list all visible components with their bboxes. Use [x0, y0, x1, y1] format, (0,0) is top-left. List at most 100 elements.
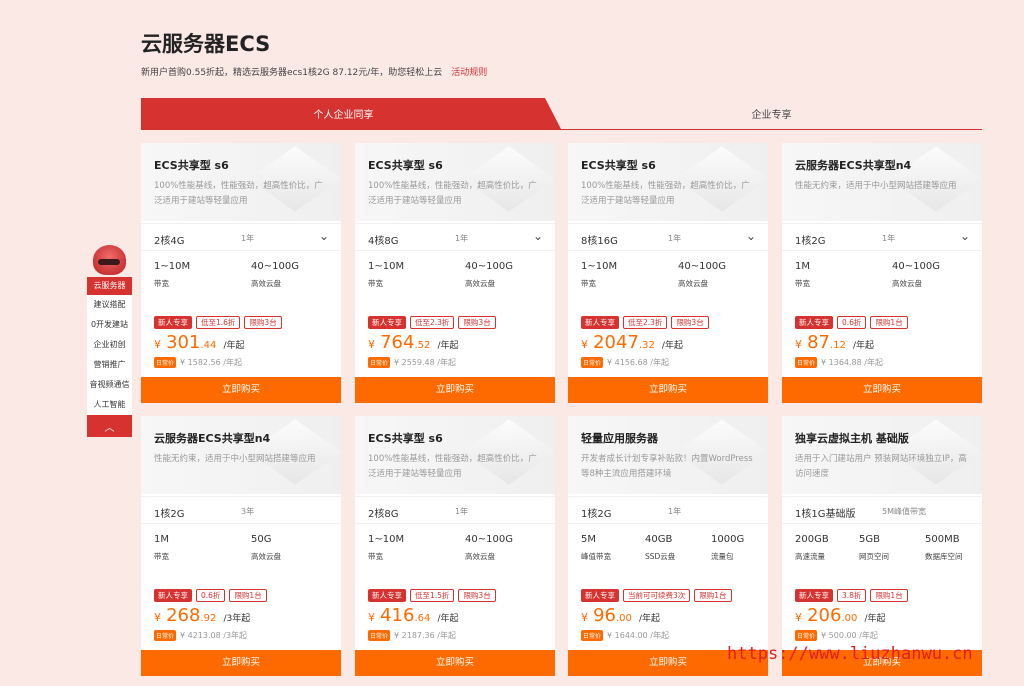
product-card: 独享云虚拟主机 基础版 适用于入门建站用户 预装网站环境独立IP，高访问速度 1…: [782, 416, 982, 676]
original-price: 日常价 ¥ 500.00 /年起: [795, 630, 878, 641]
spec-value: 40~100G: [465, 534, 513, 545]
chevron-down-icon[interactable]: ⌄: [533, 229, 543, 243]
config-select[interactable]: 1核1G基础版 5M峰值带宽: [782, 496, 982, 524]
product-name: ECS共享型 s6: [581, 159, 656, 172]
spec-value: 1~10M: [368, 534, 405, 545]
price-unit: /年起: [661, 341, 683, 351]
promo-tag: 限购1台: [870, 316, 908, 329]
spec-value: 40~100G: [465, 261, 513, 272]
config-select[interactable]: 2核8G 1年: [355, 496, 555, 524]
side-nav-item[interactable]: 建议搭配: [87, 295, 132, 315]
activity-rules-link[interactable]: 活动规则: [451, 68, 487, 78]
buy-now-button[interactable]: 立即购买: [782, 377, 982, 403]
config-value: 2核8G: [368, 509, 399, 520]
card-header: 独享云虚拟主机 基础版 适用于入门建站用户 预装网站环境独立IP，高访问速度: [782, 416, 982, 494]
spec: 40~100G 高效云盘: [251, 261, 299, 289]
side-nav-item[interactable]: 0开发建站: [87, 315, 132, 335]
page-subtitle: 新用户首购0.55折起，精选云服务器ecs1核2G 87.12元/年，助您轻松上…: [141, 65, 487, 78]
tag-list: 新人专享 低至2.3折 限购3台: [368, 316, 496, 329]
side-nav-item[interactable]: 音视频通信: [87, 375, 132, 395]
price-decimal: .92: [200, 613, 217, 624]
promo-tag: 低至2.3折: [623, 316, 668, 329]
spec-list: 1~10M 带宽 40~100G 高效云盘: [355, 534, 555, 578]
promo-tag: 限购3台: [671, 316, 709, 329]
spec: 5M 峰值带宽: [581, 534, 611, 562]
product-name: ECS共享型 s6: [368, 432, 443, 445]
promo-tag: 新人专享: [154, 316, 192, 329]
product-name: 云服务器ECS共享型n4: [154, 432, 271, 445]
original-price-badge: 日常价: [154, 357, 177, 368]
promo-tag: 3.8折: [837, 589, 867, 602]
scroll-up-button[interactable]: ︿: [87, 415, 132, 437]
price-decimal: .44: [200, 340, 217, 351]
tab-enterprise-only[interactable]: 企业专享: [561, 98, 982, 129]
spec: 40~100G 高效云盘: [678, 261, 726, 289]
original-price: 日常价 ¥ 4213.08 /3年起: [154, 630, 247, 641]
chevron-up-icon: ︿: [104, 422, 115, 434]
spec-value: 500MB: [925, 534, 960, 545]
spec-value: 1M: [154, 534, 169, 545]
config-value: 1核2G: [795, 236, 826, 247]
price-decimal: .00: [841, 613, 858, 624]
promo-tag: 低至1.6折: [196, 316, 241, 329]
side-nav-item[interactable]: 企业初创: [87, 335, 132, 355]
chevron-down-icon[interactable]: ⌄: [319, 229, 329, 243]
spec-label: 高效云盘: [678, 279, 708, 288]
spec: 500MB 数据库空间: [925, 534, 963, 562]
spec-label: 带宽: [154, 552, 169, 561]
product-desc: 开发者成长计划专享补贴款！内置WordPress等8种主流应用搭建环境: [581, 454, 753, 479]
config-select[interactable]: 2核4G 1年 ⌄: [141, 223, 341, 251]
period-value: 1年: [882, 234, 896, 243]
price-unit: /年起: [223, 341, 245, 351]
original-price: 日常价 ¥ 1364.88 /年起: [795, 357, 883, 368]
price-integer: 416: [380, 605, 415, 626]
buy-now-button[interactable]: 立即购买: [141, 650, 341, 676]
product-name: 独享云虚拟主机 基础版: [795, 432, 909, 445]
product-card: 轻量应用服务器 开发者成长计划专享补贴款！内置WordPress等8种主流应用搭…: [568, 416, 768, 676]
config-select[interactable]: 8核16G 1年 ⌄: [568, 223, 768, 251]
currency-symbol: ¥: [795, 338, 802, 351]
spec: 40GB SSD云盘: [645, 534, 675, 562]
buy-now-button[interactable]: 立即购买: [141, 377, 341, 403]
product-desc: 100%性能基线，性能强劲，超高性价比，广泛适用于建站等轻量应用: [581, 181, 750, 206]
product-name: ECS共享型 s6: [154, 159, 229, 172]
buy-now-button[interactable]: 立即购买: [355, 650, 555, 676]
tab-personal-enterprise[interactable]: 个人企业同享: [141, 98, 561, 129]
side-nav-item[interactable]: 人工智能: [87, 395, 132, 415]
config-select[interactable]: 1核2G 3年: [141, 496, 341, 524]
original-price: 日常价 ¥ 1582.56 /年起: [154, 357, 242, 368]
original-price: 日常价 ¥ 1644.00 /年起: [581, 630, 669, 641]
promo-tag: 当前可可续费3次: [623, 589, 691, 602]
price-unit: /年起: [639, 614, 661, 624]
original-price: 日常价 ¥ 2187.36 /年起: [368, 630, 456, 641]
spec-value: 1~10M: [368, 261, 405, 272]
spec-label: 带宽: [154, 279, 169, 288]
chevron-down-icon[interactable]: ⌄: [960, 229, 970, 243]
price-integer: 96: [593, 605, 616, 626]
price: ¥ 206.00 /年起: [795, 605, 886, 626]
config-select[interactable]: 4核8G 1年 ⌄: [355, 223, 555, 251]
promo-tag: 新人专享: [795, 589, 833, 602]
currency-symbol: ¥: [154, 611, 161, 624]
spec-value: 5M: [581, 534, 596, 545]
side-nav-item[interactable]: 营销推广: [87, 355, 132, 375]
config-select[interactable]: 1核2G 1年 ⌄: [782, 223, 982, 251]
buy-now-button[interactable]: 立即购买: [568, 377, 768, 403]
period-value: 1年: [455, 234, 469, 243]
spec-value: 1~10M: [154, 261, 191, 272]
spec-label: 流量包: [711, 552, 734, 561]
chevron-down-icon[interactable]: ⌄: [746, 229, 756, 243]
spec: 1~10M 带宽: [368, 534, 404, 562]
original-price-badge: 日常价: [154, 630, 177, 641]
price-integer: 2047: [593, 332, 639, 353]
original-price-text: ¥ 4156.68 /年起: [607, 358, 669, 367]
promo-tag: 0.6折: [196, 589, 226, 602]
config-select[interactable]: 1核2G 1年: [568, 496, 768, 524]
original-price-text: ¥ 1364.88 /年起: [821, 358, 883, 367]
buy-now-button[interactable]: 立即购买: [355, 377, 555, 403]
product-card: 云服务器ECS共享型n4 性能无约束，适用于中小型网站搭建等应用 1核2G 3年…: [141, 416, 341, 676]
spec-value: 40~100G: [892, 261, 940, 272]
side-nav-active-item[interactable]: 云服务器: [87, 277, 132, 295]
promo-tag: 低至1.5折: [410, 589, 455, 602]
spec-label: 高效云盘: [251, 552, 281, 561]
